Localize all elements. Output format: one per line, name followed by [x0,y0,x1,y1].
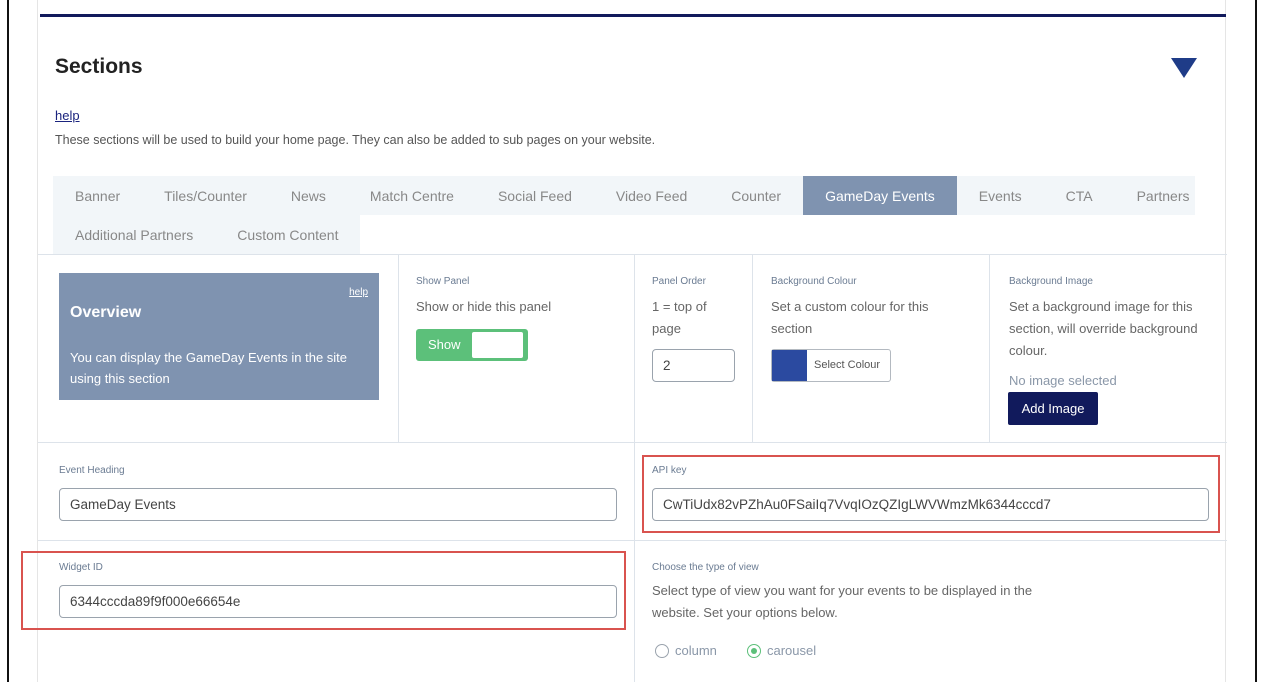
panel-order-description: 1 = top of page [652,299,707,336]
tab-match-centre[interactable]: Match Centre [348,176,476,215]
background-image-description: Set a background image for this section,… [1009,299,1198,358]
tab-video-feed[interactable]: Video Feed [594,176,709,215]
page-border-right [1255,0,1257,682]
toggle-knob [472,332,523,358]
tab-social-feed[interactable]: Social Feed [476,176,594,215]
divider [398,254,399,442]
tab-row-1: Banner Tiles/Counter News Match Centre S… [53,176,1195,215]
overview-text: You can display the GameDay Events in th… [70,350,348,386]
tab-additional-partners[interactable]: Additional Partners [53,215,215,254]
event-heading-label: Event Heading [59,465,125,476]
collapse-triangle-icon[interactable] [1171,58,1197,78]
sections-panel: Sections help These sections will be use… [21,0,1227,682]
radio-carousel[interactable] [747,644,761,658]
tab-tiles-counter[interactable]: Tiles/Counter [142,176,269,215]
show-panel-label: Show Panel [416,276,470,287]
view-type-label: Choose the type of view [652,562,759,573]
divider [38,254,1227,255]
view-type-description: Select type of view you want for your ev… [652,583,1033,620]
tab-custom-content[interactable]: Custom Content [215,215,360,254]
section-title: Sections [55,55,143,78]
tab-counter[interactable]: Counter [709,176,803,215]
divider [752,254,753,442]
select-colour-label: Select Colour [814,359,881,371]
tab-news[interactable]: News [269,176,348,215]
radio-carousel-label[interactable]: carousel [767,643,816,658]
overview-help-link[interactable]: help [349,287,368,298]
background-colour-description: Set a custom colour for this section [771,299,929,336]
tab-partners[interactable]: Partners [1115,176,1212,215]
panel-top-bar [40,14,1226,17]
radio-column-label[interactable]: column [675,643,717,658]
overview-card: help Overview You can display the GameDa… [59,273,379,400]
widget-id-label: Widget ID [59,562,103,573]
tab-banner[interactable]: Banner [53,176,142,215]
background-image-label: Background Image [1009,276,1093,287]
page-border-left [7,0,9,682]
background-colour-label: Background Colour [771,276,857,287]
tab-row-2: Additional Partners Custom Content [53,215,360,254]
colour-swatch [772,350,807,381]
toggle-label: Show [428,337,461,352]
divider [38,540,1227,541]
overview-title: Overview [70,304,142,321]
section-description: These sections will be used to build you… [55,133,656,147]
event-heading-input[interactable]: GameDay Events [59,488,617,521]
radio-column[interactable] [655,644,669,658]
api-key-input[interactable]: CwTiUdx82vPZhAu0FSaiIq7VvqIOzQZIgLWVWmzM… [652,488,1209,521]
no-image-status: No image selected [1009,373,1117,388]
help-link[interactable]: help [55,108,80,123]
select-colour-button[interactable]: Select Colour [771,349,891,382]
tab-cta[interactable]: CTA [1044,176,1115,215]
tab-gameday-events[interactable]: GameDay Events [803,176,957,215]
section-tabs: Banner Tiles/Counter News Match Centre S… [53,176,1195,254]
divider [634,254,635,682]
tab-events[interactable]: Events [957,176,1044,215]
panel-order-label: Panel Order [652,276,706,287]
panel-order-input[interactable]: 2 [652,349,735,382]
show-panel-toggle[interactable]: Show [416,329,528,361]
divider [38,442,1227,443]
widget-id-input[interactable]: 6344cccda89f9f000e66654e [59,585,617,618]
show-panel-description: Show or hide this panel [416,299,552,314]
add-image-button[interactable]: Add Image [1008,392,1098,425]
api-key-label: API key [652,465,687,476]
divider [989,254,990,442]
